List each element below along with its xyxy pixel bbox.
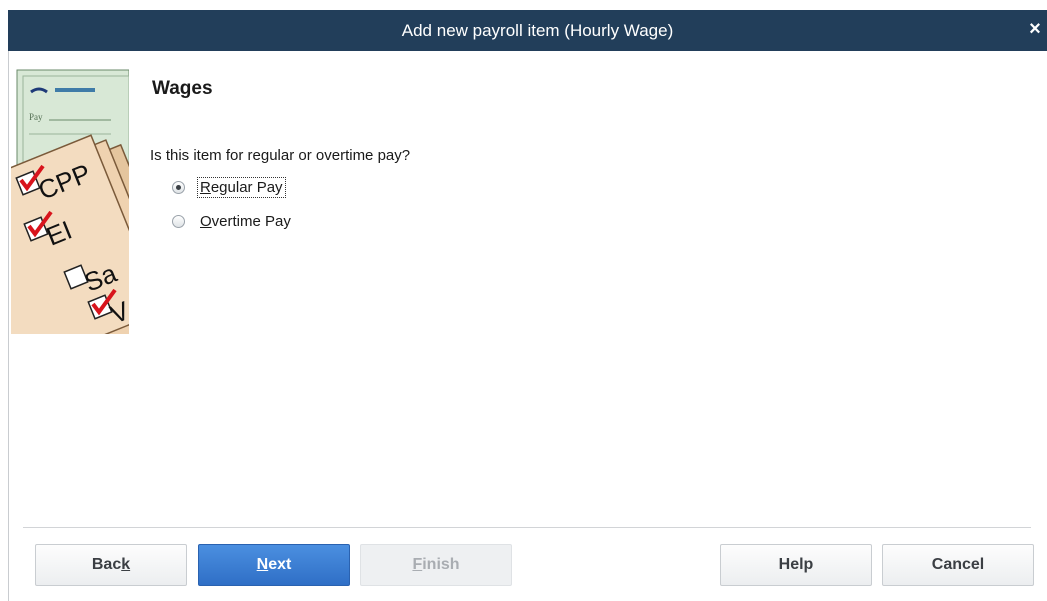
finish-button[interactable]: Finish	[360, 544, 512, 586]
cheque-label: Pay	[29, 112, 43, 122]
help-button[interactable]: Help	[720, 544, 872, 586]
dialog-window: Add new payroll item (Hourly Wage) × Pay	[0, 0, 1047, 601]
regular-pay-radio[interactable]	[172, 180, 185, 194]
regular-pay-option[interactable]: Regular Pay	[172, 176, 286, 198]
dialog-body	[8, 51, 1047, 601]
payroll-checklist-illustration: Pay CPP EI Sa V	[11, 62, 129, 334]
next-button[interactable]: Next	[198, 544, 350, 586]
button-separator	[23, 527, 1031, 528]
window-title: Add new payroll item (Hourly Wage)	[401, 20, 674, 40]
pay-type-question: Is this item for regular or overtime pay…	[150, 147, 411, 164]
illustration-graphic: Pay CPP EI Sa V	[11, 62, 129, 334]
regular-pay-label[interactable]: Regular Pay	[197, 176, 286, 198]
cancel-button[interactable]: Cancel	[882, 544, 1034, 586]
title-bar: Add new payroll item (Hourly Wage) ×	[8, 10, 1047, 51]
back-button[interactable]: Bac k	[35, 544, 187, 586]
overtime-pay-radio[interactable]	[172, 214, 185, 228]
page-title: Wages	[152, 78, 213, 99]
overtime-pay-option[interactable]: Overtime Pay	[172, 210, 293, 232]
overtime-pay-label[interactable]: Overtime Pay	[198, 212, 293, 231]
close-icon[interactable]: ×	[1025, 18, 1045, 40]
